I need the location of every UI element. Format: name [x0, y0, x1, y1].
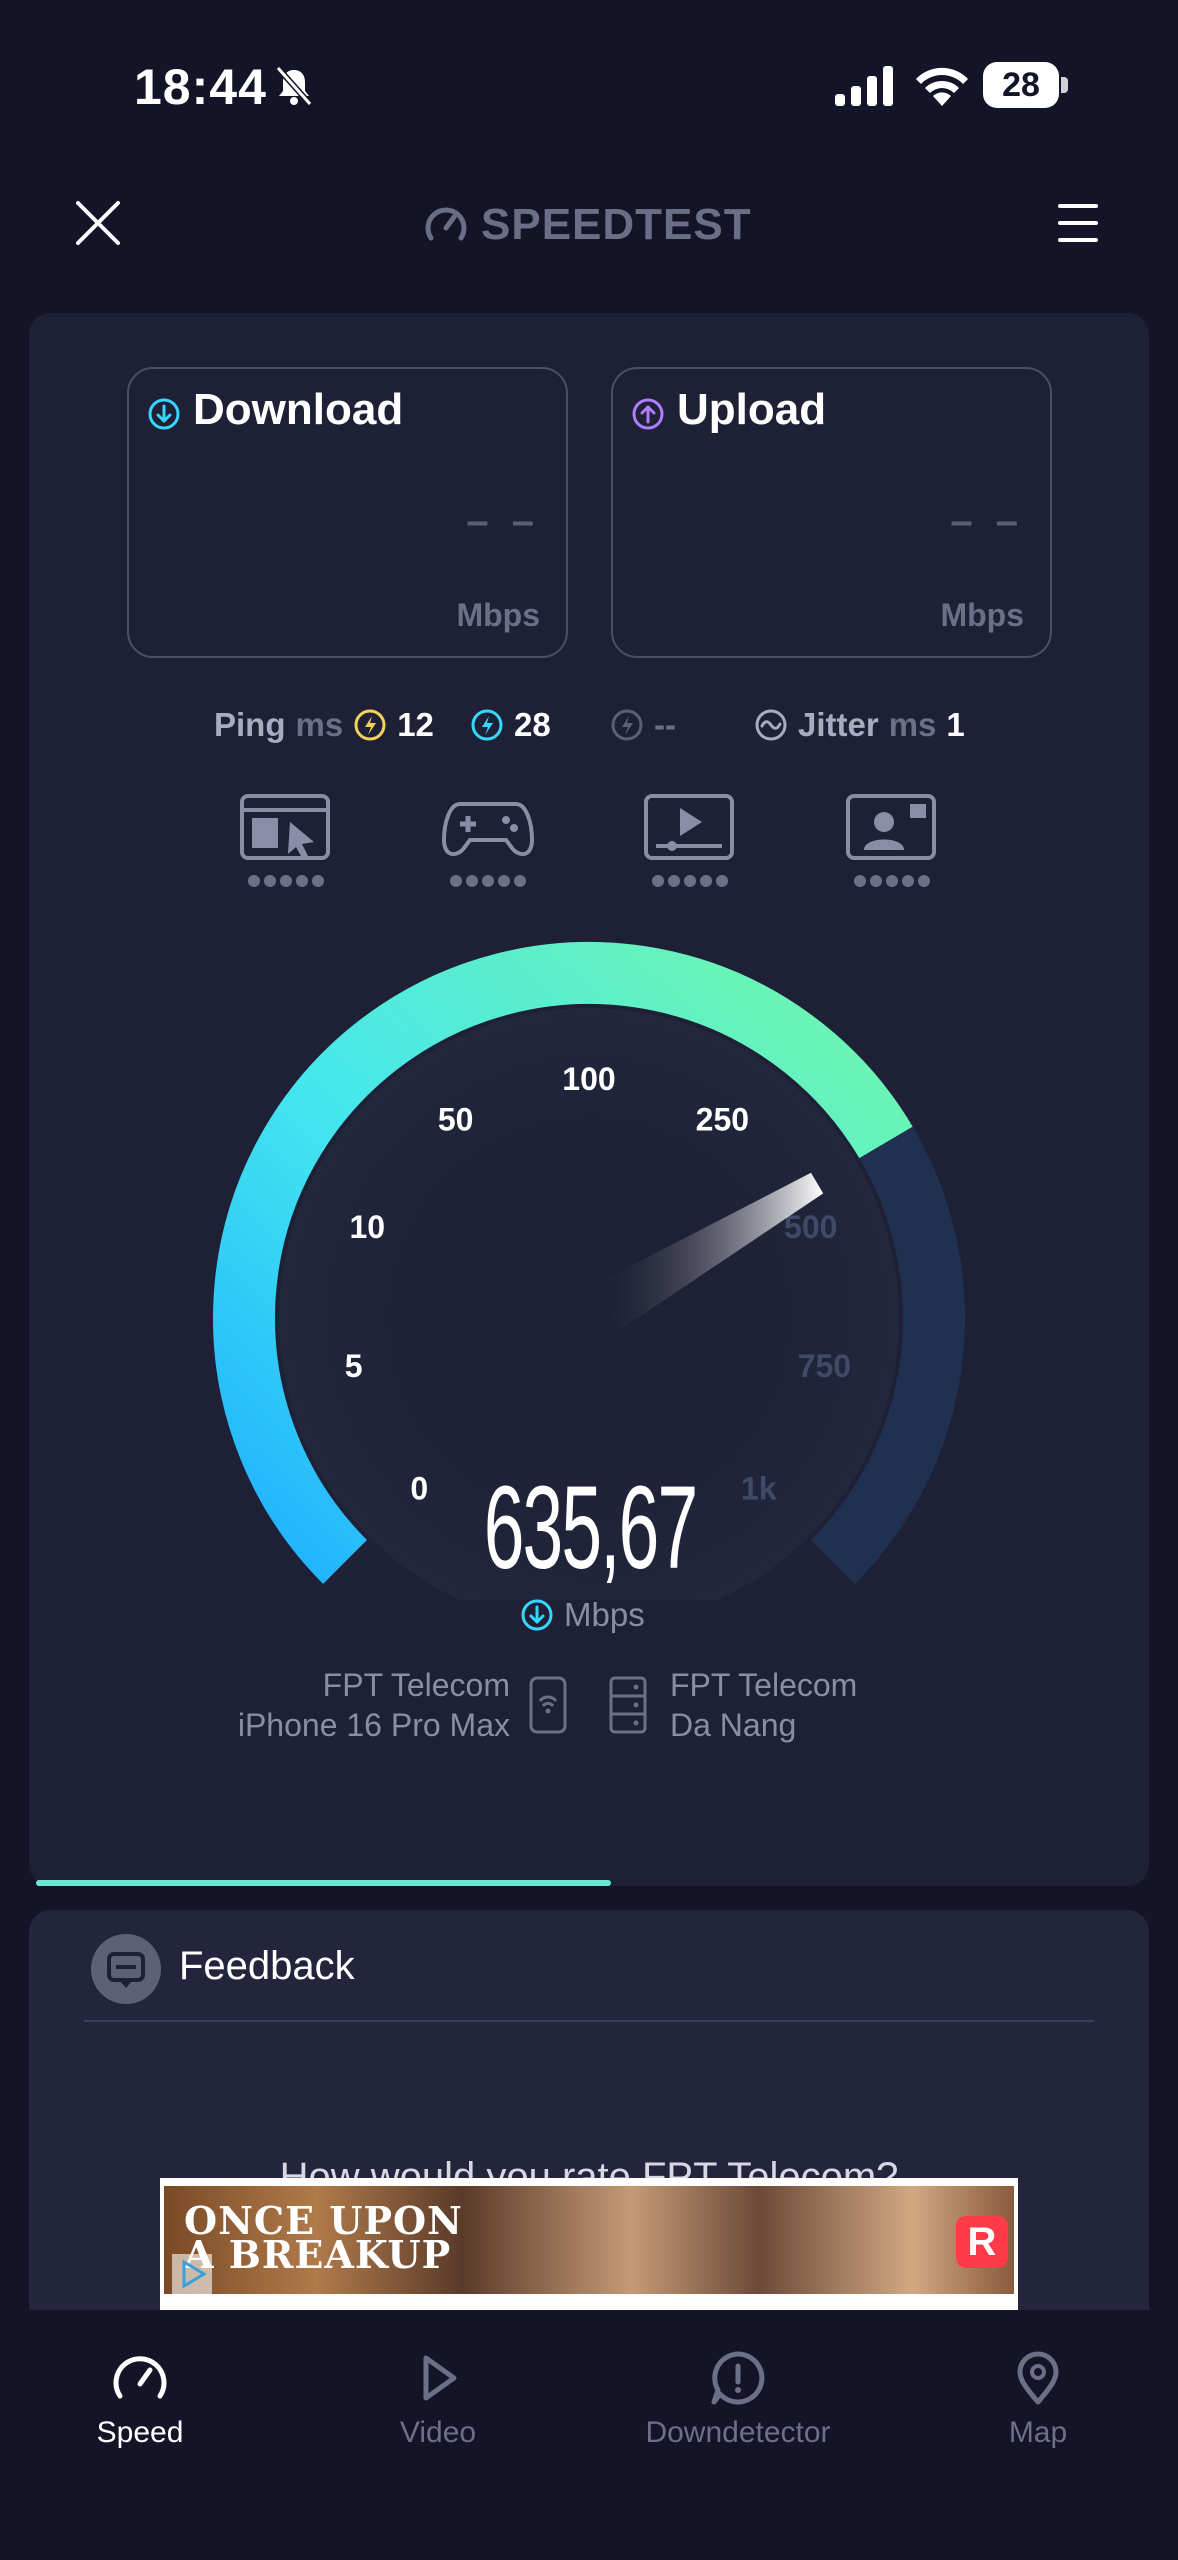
ping-upload-group: --	[610, 700, 676, 750]
gauge-tick-label: 5	[345, 1348, 363, 1384]
nav-downdetector-label: Downdetector	[645, 2416, 831, 2449]
wifi-icon	[916, 67, 968, 106]
nav-map-label: Map	[1008, 2416, 1068, 2449]
upload-label: Upload	[677, 385, 827, 434]
close-icon[interactable]	[70, 195, 126, 251]
hamburger-menu-icon[interactable]	[1056, 200, 1100, 246]
nav-downdetector[interactable]: Downdetector	[598, 2350, 878, 2450]
video-streaming-indicator[interactable]	[642, 792, 738, 887]
ad-choices-icon[interactable]	[172, 2254, 212, 2294]
server-info[interactable]: FPT Telecom Da Nang	[670, 1665, 1000, 1745]
feedback-label: Feedback	[179, 1944, 355, 1988]
nav-video-label: Video	[399, 2416, 477, 2449]
gaming-indicator[interactable]	[440, 792, 536, 887]
server-icon	[609, 1676, 647, 1734]
ping-download-group: 28	[470, 700, 551, 750]
download-arrow-icon	[148, 398, 180, 430]
jitter-value: 1	[946, 706, 965, 743]
download-arrow-small-icon	[521, 1599, 553, 1631]
download-label: Download	[193, 385, 404, 434]
browsing-indicator[interactable]	[238, 792, 334, 887]
download-value: – –	[466, 499, 540, 543]
browsing-icon	[240, 794, 330, 860]
feedback-divider	[84, 2020, 1094, 2022]
video-call-icon	[846, 794, 936, 860]
ping-label: Ping	[214, 706, 286, 743]
silent-bell-icon	[275, 66, 313, 106]
ad-title-line2: A BREAKUP	[184, 2232, 452, 2277]
battery-indicator: 28	[983, 62, 1069, 108]
battery-level: 28	[1002, 66, 1040, 104]
ping-idle-value: 12	[397, 706, 434, 743]
phone-wifi-icon	[529, 1676, 567, 1734]
ping-upload-icon	[611, 709, 643, 741]
ping-download-icon	[471, 709, 503, 741]
gauge-tick-label: 750	[798, 1348, 851, 1384]
current-speed-unit: Mbps	[520, 1595, 720, 1635]
gauge-tick-label: 50	[438, 1101, 474, 1137]
alert-icon	[711, 2351, 765, 2405]
gauge-tick-label: 250	[696, 1101, 749, 1137]
cellular-signal-icon	[835, 66, 893, 106]
video-call-dots	[844, 875, 940, 887]
chat-bubble-icon	[107, 1952, 145, 1988]
test-progress-bar	[36, 1880, 612, 1886]
bottom-navigation: Speed Video Downdetector Map	[0, 2310, 1178, 2560]
ping-idle-icon	[354, 709, 386, 741]
browsing-dots	[238, 875, 334, 887]
video-call-indicator[interactable]	[844, 792, 940, 887]
video-streaming-icon	[644, 794, 734, 860]
speedtest-logo-icon	[425, 207, 467, 241]
ping-group: Ping ms 12	[214, 700, 434, 750]
nav-speed[interactable]: Speed	[0, 2350, 280, 2450]
gauge-tick-label: 500	[784, 1209, 837, 1245]
map-pin-icon	[1017, 2351, 1059, 2405]
upload-value: – –	[950, 499, 1024, 543]
jitter-icon	[755, 709, 787, 741]
ad-image: ONCE UPON A BREAKUP R	[164, 2186, 1014, 2294]
ping-unit: ms	[295, 706, 344, 743]
client-provider: FPT Telecom	[322, 1667, 510, 1703]
server-location: Da Nang	[670, 1707, 797, 1743]
gauge-tick-label: 100	[562, 1061, 615, 1097]
feedback-icon	[91, 1934, 161, 2004]
ad-brand-badge: R	[956, 2216, 1008, 2268]
gauge-tick-label: 10	[349, 1209, 385, 1245]
upload-panel: Upload – – Mbps	[611, 367, 1052, 658]
nav-speed-label: Speed	[96, 2416, 184, 2449]
ad-banner[interactable]: ONCE UPON A BREAKUP R	[160, 2178, 1018, 2310]
client-info[interactable]: FPT Telecom iPhone 16 Pro Max	[180, 1665, 510, 1745]
ping-upload-value: --	[654, 706, 676, 743]
upload-unit: Mbps	[940, 597, 1024, 633]
battery-tip	[1061, 77, 1068, 93]
ad-title: ONCE UPON A BREAKUP	[184, 2202, 463, 2277]
speedometer-icon	[113, 2356, 167, 2399]
download-panel: Download – – Mbps	[127, 367, 568, 658]
video-streaming-dots	[642, 875, 738, 887]
current-speed-unit-label: Mbps	[564, 1596, 645, 1633]
client-device: iPhone 16 Pro Max	[237, 1707, 510, 1743]
server-provider: FPT Telecom	[670, 1667, 858, 1703]
nav-video[interactable]: Video	[298, 2350, 578, 2450]
jitter-group: Jitter ms 1	[754, 700, 965, 750]
gauge-tick-label: 1k	[741, 1471, 777, 1507]
play-icon	[423, 2355, 457, 2401]
upload-arrow-icon	[632, 398, 664, 430]
gauge-tick-label: 0	[410, 1471, 428, 1507]
jitter-unit: ms	[888, 706, 937, 743]
current-speed-value: 635,67	[483, 1462, 698, 1594]
gaming-icon	[441, 802, 535, 857]
nav-map[interactable]: Map	[898, 2350, 1178, 2450]
ping-download-value: 28	[514, 706, 551, 743]
gaming-dots	[440, 875, 536, 887]
speedtest-logo: SPEEDTEST	[423, 197, 763, 253]
download-unit: Mbps	[456, 597, 540, 633]
logo-text: SPEEDTEST	[481, 200, 752, 249]
status-time: 18:44	[134, 59, 267, 115]
jitter-label: Jitter	[798, 706, 879, 743]
